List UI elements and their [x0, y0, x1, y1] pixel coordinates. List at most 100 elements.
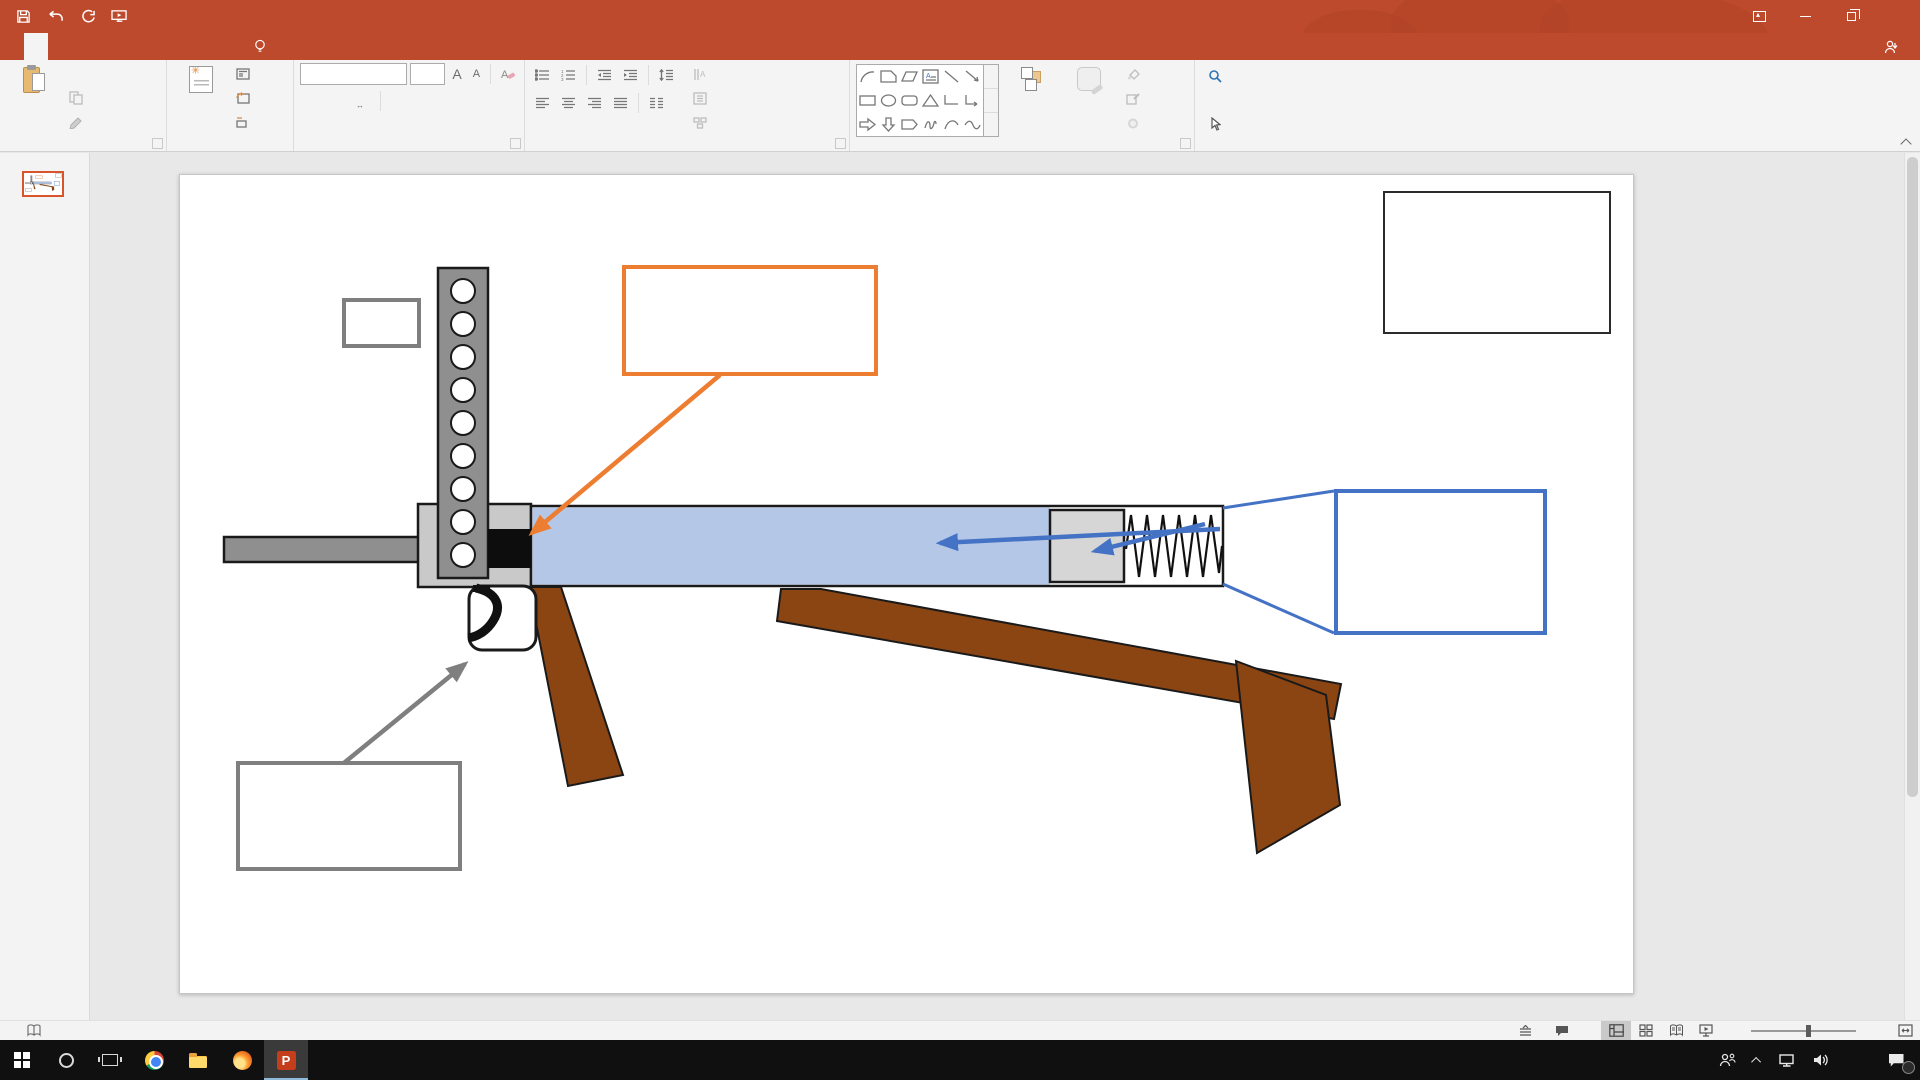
font-dialog-launcher-icon[interactable]	[510, 138, 521, 149]
font-size-combo[interactable]	[410, 63, 445, 85]
text-direction-button[interactable]: A	[688, 63, 721, 85]
show-hidden-icons-button[interactable]	[1747, 1040, 1768, 1080]
slide-title-box[interactable]	[1383, 191, 1611, 334]
shape-elbow-connector-icon[interactable]	[942, 92, 961, 109]
tab-review[interactable]	[168, 33, 192, 60]
change-case-button[interactable]	[366, 99, 374, 103]
shape-arc-icon[interactable]	[858, 68, 877, 85]
slide-thumbnail-row[interactable]	[0, 171, 89, 197]
new-slide-button[interactable]	[173, 63, 229, 135]
shape-arrow-icon[interactable]	[963, 68, 982, 85]
scrollbar-thumb[interactable]	[1907, 157, 1918, 797]
increase-font-size-button[interactable]: A	[448, 64, 465, 84]
tvalve-callout-box[interactable]	[622, 265, 878, 376]
chamber-pressure-fill[interactable]	[533, 508, 1050, 585]
format-painter-button[interactable]	[64, 111, 97, 133]
numbering-button[interactable]: 123	[557, 67, 580, 83]
bold-button[interactable]	[300, 99, 308, 103]
network-button[interactable]	[1772, 1040, 1802, 1080]
clip-label-box[interactable]	[342, 298, 421, 348]
shape-line-icon[interactable]	[942, 68, 961, 85]
shape-elbow-arrow-icon[interactable]	[963, 92, 982, 109]
trigger-guard-shape[interactable]	[469, 586, 536, 650]
tab-insert[interactable]	[48, 33, 72, 60]
shape-rectangle-icon[interactable]	[858, 92, 877, 109]
slide-thumbnail-panel[interactable]	[0, 153, 90, 1020]
shape-parallelogram-icon[interactable]	[900, 68, 919, 85]
find-button[interactable]	[1203, 65, 1236, 87]
gallery-scroll-up-icon[interactable]	[984, 65, 998, 89]
spell-check-icon[interactable]	[18, 1021, 50, 1040]
text-shadow-button[interactable]	[333, 99, 341, 103]
slide[interactable]	[179, 174, 1634, 994]
task-view-button[interactable]	[88, 1040, 132, 1080]
tab-animations[interactable]	[120, 33, 144, 60]
tab-home[interactable]	[24, 33, 48, 60]
quick-styles-button[interactable]	[1061, 64, 1117, 135]
restore-button[interactable]	[1828, 0, 1874, 33]
shape-snip-rect-icon[interactable]	[879, 68, 898, 85]
file-explorer-taskbar-button[interactable]	[176, 1040, 220, 1080]
tell-me-box[interactable]	[254, 33, 273, 60]
tab-view[interactable]	[192, 33, 216, 60]
italic-button[interactable]	[311, 99, 319, 103]
tab-transitions[interactable]	[96, 33, 120, 60]
font-color-button[interactable]	[387, 98, 395, 105]
paste-button[interactable]	[6, 63, 62, 135]
tab-help[interactable]	[216, 33, 240, 60]
columns-button[interactable]	[645, 95, 668, 111]
shape-curve-icon[interactable]	[942, 116, 961, 133]
zoom-slider[interactable]	[1751, 1030, 1856, 1032]
language-indicator[interactable]	[50, 1021, 68, 1040]
decrease-indent-button[interactable]	[593, 67, 616, 83]
shape-outline-button[interactable]	[1121, 88, 1154, 110]
section-button[interactable]	[231, 111, 264, 133]
customize-qat-icon[interactable]	[142, 8, 160, 26]
layout-button[interactable]	[231, 63, 264, 85]
arrange-button[interactable]	[1005, 64, 1061, 135]
gallery-scroll-down-icon[interactable]	[984, 89, 998, 113]
reading-view-button[interactable]	[1661, 1021, 1691, 1040]
shape-scribble-icon[interactable]	[921, 116, 940, 133]
clock[interactable]	[1858, 1040, 1872, 1080]
reset-button[interactable]	[231, 87, 264, 109]
font-name-combo[interactable]	[300, 63, 407, 85]
select-button[interactable]	[1203, 113, 1236, 135]
start-from-beginning-icon[interactable]	[110, 8, 128, 26]
shape-fill-button[interactable]	[1121, 64, 1154, 86]
close-button[interactable]	[1874, 0, 1920, 33]
shape-triangle-icon[interactable]	[921, 92, 940, 109]
piston-callout-line-bottom[interactable]	[1223, 584, 1334, 633]
action-center-button[interactable]	[1876, 1040, 1916, 1080]
shape-text-box-icon[interactable]: A	[921, 68, 940, 85]
shape-gallery[interactable]: A	[856, 64, 984, 137]
character-spacing-button[interactable]	[355, 99, 363, 103]
t-valve-shape[interactable]	[488, 529, 531, 568]
shape-pentagon-icon[interactable]	[900, 116, 919, 133]
slide-indicator[interactable]	[0, 1021, 18, 1040]
comments-button[interactable]	[1546, 1021, 1583, 1040]
language-button[interactable]	[1840, 1040, 1854, 1080]
strikethrough-button[interactable]	[344, 99, 352, 103]
collapse-ribbon-icon[interactable]	[1900, 138, 1911, 149]
piston-callout-line-top[interactable]	[1223, 491, 1334, 508]
powerpoint-taskbar-button[interactable]: P	[264, 1040, 308, 1080]
tab-design[interactable]	[72, 33, 96, 60]
replace-button[interactable]	[1203, 89, 1236, 111]
shape-wave-icon[interactable]	[963, 116, 982, 133]
paragraph-dialog-launcher-icon[interactable]	[835, 138, 846, 149]
drawing-dialog-launcher-icon[interactable]	[1180, 138, 1191, 149]
align-left-button[interactable]	[531, 95, 554, 111]
minimize-button[interactable]	[1782, 0, 1828, 33]
notes-button[interactable]	[1510, 1021, 1546, 1040]
vertical-scrollbar[interactable]	[1904, 153, 1920, 1020]
decrease-font-size-button[interactable]: A	[469, 66, 484, 82]
tab-slide-show[interactable]	[144, 33, 168, 60]
slide-show-button[interactable]	[1691, 1021, 1721, 1040]
zoom-level[interactable]	[1872, 1021, 1890, 1040]
justify-button[interactable]	[609, 95, 632, 111]
clear-formatting-button[interactable]: A	[497, 66, 520, 83]
cut-button[interactable]	[64, 63, 97, 85]
save-icon[interactable]	[14, 8, 32, 26]
tab-file[interactable]	[0, 33, 24, 60]
